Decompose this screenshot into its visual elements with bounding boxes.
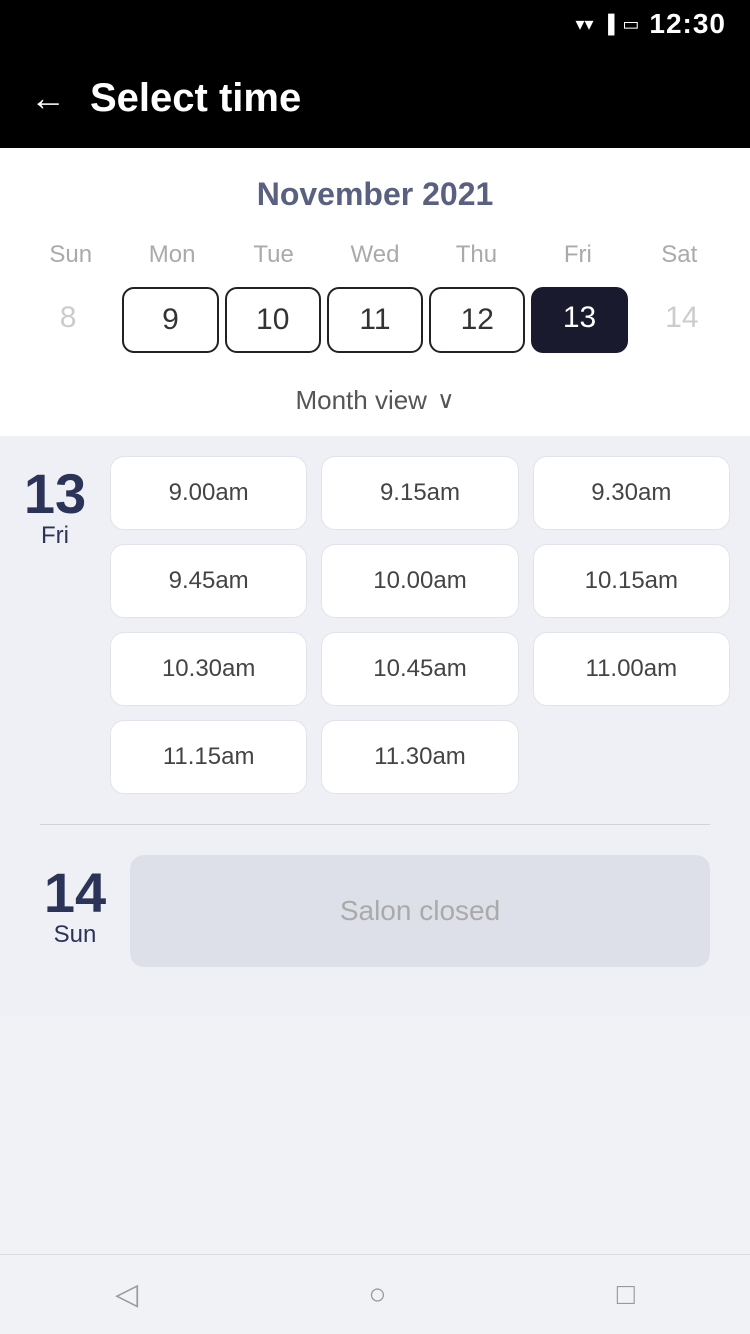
dates-row[interactable]: 891011121314 <box>20 287 730 369</box>
time-slot[interactable]: 10.30am <box>110 632 307 706</box>
section-divider <box>40 824 710 825</box>
salon-closed-banner: Salon closed <box>130 855 710 967</box>
app-header: ← Select time <box>0 48 750 148</box>
nav-back-button[interactable]: ◁ <box>115 1277 138 1312</box>
day-label: 14Sun <box>40 855 110 967</box>
weekday-label: Thu <box>426 233 527 277</box>
date-cell[interactable]: 13 <box>531 287 627 353</box>
status-bar: ▾▾ ▐ ▭ 12:30 <box>0 0 750 48</box>
day-name: Sun <box>54 921 97 949</box>
weekday-label: Sat <box>629 233 730 277</box>
day-section: 13Fri 9.00am9.15am9.30am 9.45am10.00am10.1… <box>20 456 730 794</box>
time-slot[interactable]: 9.00am <box>110 456 307 530</box>
date-cell[interactable]: 12 <box>429 287 525 353</box>
status-icons: ▾▾ ▐ ▭ <box>576 14 640 35</box>
date-cell[interactable]: 11 <box>327 287 423 353</box>
slots-grid: 9.00am9.15am9.30am9.45am10.00am10.15am10… <box>110 456 730 794</box>
weekday-label: Mon <box>121 233 222 277</box>
weekdays-row: SunMonTueWedThuFriSat <box>20 233 730 277</box>
wifi-icon: ▾▾ <box>576 14 594 35</box>
day-number: 13 <box>24 466 86 522</box>
chevron-down-icon: ∨ <box>437 386 455 415</box>
time-slot[interactable]: 10.00am <box>321 544 518 618</box>
weekday-label: Tue <box>223 233 324 277</box>
nav-recent-button[interactable]: □ <box>617 1278 635 1312</box>
page-title: Select time <box>90 76 301 121</box>
salon-closed-section: 14Sun Salon closed <box>20 855 730 997</box>
date-cell[interactable]: 8 <box>20 287 116 353</box>
time-slot[interactable]: 9.15am <box>321 456 518 530</box>
calendar-section: November 2021 SunMonTueWedThuFriSat 8910… <box>0 148 750 436</box>
battery-icon: ▭ <box>622 14 639 35</box>
day-name: Fri <box>41 522 69 550</box>
month-view-label: Month view <box>295 385 427 416</box>
time-slot[interactable]: 9.45am <box>110 544 307 618</box>
nav-home-button[interactable]: ○ <box>368 1278 386 1312</box>
time-slot[interactable]: 10.45am <box>321 632 518 706</box>
time-slot[interactable]: 9.30am <box>533 456 730 530</box>
time-slot[interactable]: 10.15am <box>533 544 730 618</box>
signal-icon: ▐ <box>602 14 615 35</box>
time-slot[interactable]: 11.30am <box>321 720 518 794</box>
date-cell[interactable]: 14 <box>634 287 730 353</box>
weekday-label: Fri <box>527 233 628 277</box>
back-button[interactable]: ← <box>30 80 66 116</box>
time-slot[interactable]: 11.00am <box>533 632 730 706</box>
time-slot[interactable]: 11.15am <box>110 720 307 794</box>
time-slots-section: 13Fri 9.00am9.15am9.30am 9.45am10.00am10.1… <box>0 436 750 1017</box>
date-cell[interactable]: 9 <box>122 287 218 353</box>
weekday-label: Sun <box>20 233 121 277</box>
date-cell[interactable]: 10 <box>225 287 321 353</box>
month-label: November 2021 <box>20 176 730 213</box>
month-view-toggle[interactable]: Month view ∨ <box>20 369 730 436</box>
bottom-nav: ◁ ○ □ <box>0 1254 750 1334</box>
day-number: 14 <box>44 865 106 921</box>
status-time: 12:30 <box>649 8 726 40</box>
weekday-label: Wed <box>324 233 425 277</box>
day-label: 13Fri <box>20 456 90 794</box>
